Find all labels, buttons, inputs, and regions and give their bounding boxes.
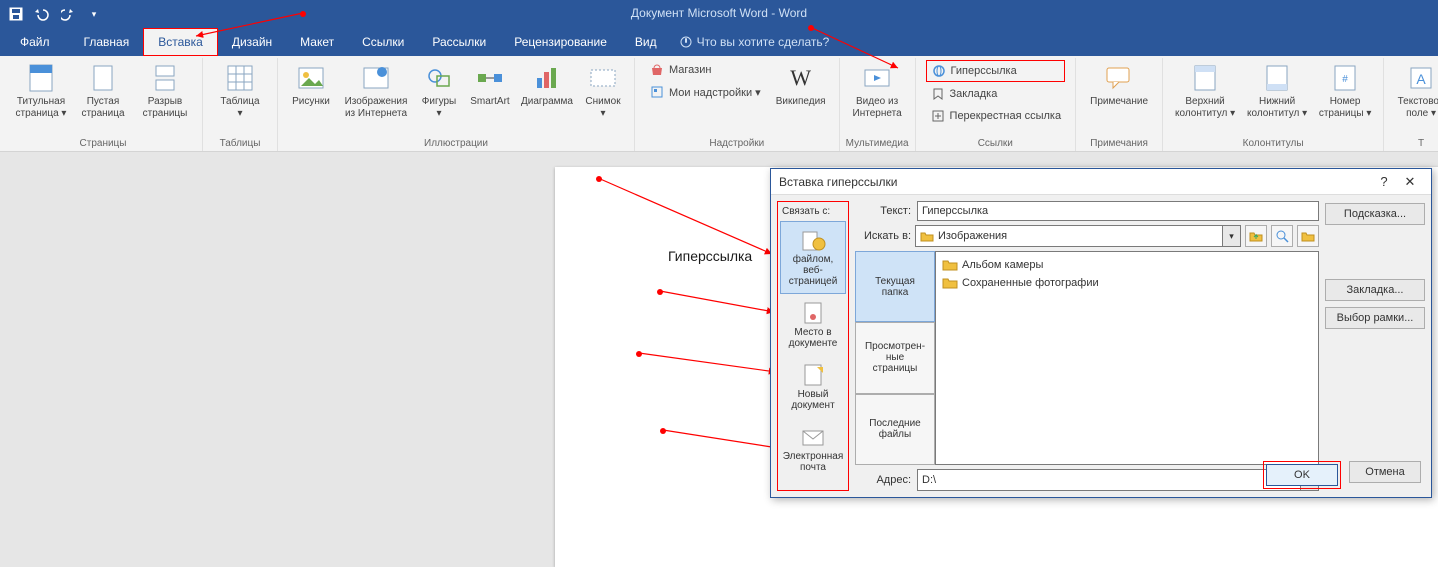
insert-hyperlink-dialog: Вставка гиперссылки ? ✕ Связать с: файло… — [770, 168, 1432, 498]
pictures-button[interactable]: Рисунки — [284, 58, 338, 110]
group-tables-label: Таблицы — [220, 136, 261, 151]
nav-current-folder[interactable]: Текущая папка — [855, 251, 935, 322]
tab-mailings[interactable]: Рассылки — [418, 28, 500, 56]
screentip-button[interactable]: Подсказка... — [1325, 203, 1425, 225]
group-illustrations-label: Иллюстрации — [424, 136, 488, 151]
smartart-button[interactable]: SmartArt — [464, 58, 516, 110]
dialog-help-button[interactable]: ? — [1371, 171, 1397, 193]
crossref-button[interactable]: Перекрестная ссылка — [926, 106, 1066, 126]
bookmark-icon — [930, 86, 946, 102]
header-button[interactable]: Верхний колонтитул ▾ — [1169, 58, 1241, 121]
cancel-button[interactable]: Отмена — [1349, 461, 1421, 483]
online-pictures-button[interactable]: Изображения из Интернета — [338, 58, 414, 121]
redo-icon[interactable] — [58, 4, 78, 24]
page-number-button[interactable]: #Номер страницы ▾ — [1313, 58, 1377, 121]
qat-customize-icon[interactable]: ▾ — [84, 4, 104, 24]
nav-browsed-pages[interactable]: Просмотрен- ные страницы — [855, 322, 935, 393]
tab-home[interactable]: Главная — [70, 28, 144, 56]
folder-icon — [920, 230, 934, 242]
tab-insert[interactable]: Вставка — [143, 28, 218, 56]
group-text-label: Т — [1418, 136, 1424, 151]
store-button[interactable]: Магазин — [645, 60, 765, 80]
list-item[interactable]: Альбом камеры — [940, 256, 1314, 274]
lookin-combo[interactable]: Изображения ▾ — [915, 225, 1241, 247]
up-folder-button[interactable] — [1245, 225, 1267, 247]
cover-page-button[interactable]: Титульная страница ▾ — [10, 58, 72, 121]
my-addins-button[interactable]: Мои надстройки ▾ — [645, 82, 765, 102]
textbox-button[interactable]: AТекстовое поле ▾ — [1390, 58, 1438, 121]
link-to-label: Связать с: — [780, 204, 846, 221]
online-video-button[interactable]: Видео из Интернета — [846, 58, 908, 121]
screenshot-button[interactable]: Снимок ▾ — [578, 58, 628, 121]
browse-file-button[interactable] — [1297, 225, 1319, 247]
group-comments-label: Примечания — [1090, 136, 1148, 151]
chart-button[interactable]: Диаграмма — [516, 58, 578, 110]
annotation-dot — [808, 25, 814, 31]
comment-button[interactable]: Примечание — [1082, 58, 1156, 110]
tab-file[interactable]: Файл — [6, 28, 70, 56]
tab-view[interactable]: Вид — [621, 28, 671, 56]
save-icon[interactable] — [6, 4, 26, 24]
group-media-label: Мультимедиа — [846, 136, 909, 151]
linkto-new-doc[interactable]: Новый документ — [780, 356, 846, 418]
group-links-label: Ссылки — [978, 136, 1013, 151]
hyperlink-icon — [931, 63, 947, 79]
hyperlink-button[interactable]: Гиперссылка — [926, 60, 1066, 82]
nav-recent-files[interactable]: Последние файлы — [855, 394, 935, 465]
file-list[interactable]: Альбом камеры Сохраненные фотографии — [935, 251, 1319, 465]
ok-highlight: OK — [1263, 461, 1341, 489]
list-item[interactable]: Сохраненные фотографии — [940, 274, 1314, 292]
document-text: Гиперссылка — [668, 248, 752, 264]
undo-icon[interactable] — [32, 4, 52, 24]
linkto-place-in-doc[interactable]: Место в документе — [780, 294, 846, 356]
address-input[interactable]: D:\ ▾ — [917, 469, 1319, 491]
footer-button[interactable]: Нижний колонтитул ▾ — [1241, 58, 1313, 121]
shapes-button[interactable]: Фигуры ▾ — [414, 58, 464, 121]
dialog-close-button[interactable]: ✕ — [1397, 171, 1423, 193]
chevron-down-icon[interactable]: ▾ — [1222, 226, 1240, 246]
text-label: Текст: — [855, 205, 911, 217]
annotation-dot — [657, 289, 663, 295]
wikipedia-button[interactable]: WВикипедия — [769, 58, 833, 110]
crossref-icon — [930, 108, 946, 124]
tab-design[interactable]: Дизайн — [218, 28, 286, 56]
svg-text:A: A — [1416, 71, 1426, 87]
group-addins-label: Надстройки — [709, 136, 764, 151]
link-to-panel: Связать с: файлом, веб- страницей Место … — [777, 201, 849, 491]
annotation-dot — [660, 428, 666, 434]
tab-review[interactable]: Рецензирование — [500, 28, 621, 56]
text-to-display-input[interactable]: Гиперссылка — [917, 201, 1319, 221]
tab-layout[interactable]: Макет — [286, 28, 348, 56]
annotation-dot — [300, 11, 306, 17]
address-label: Адрес: — [855, 474, 911, 486]
tell-me-label: Что вы хотите сделать? — [697, 35, 830, 49]
group-pages-label: Страницы — [80, 136, 127, 151]
blank-page-button[interactable]: Пустая страница — [72, 58, 134, 121]
linkto-email[interactable]: Электронная почта — [780, 418, 846, 480]
lookin-label: Искать в: — [855, 230, 911, 242]
browse-web-button[interactable] — [1271, 225, 1293, 247]
svg-text:#: # — [1342, 74, 1348, 85]
tell-me[interactable]: Что вы хотите сделать? — [679, 28, 830, 56]
page-break-button[interactable]: Разрыв страницы — [134, 58, 196, 121]
target-frame-button[interactable]: Выбор рамки... — [1325, 307, 1425, 329]
table-button[interactable]: Таблица ▾ — [209, 58, 271, 121]
annotation-dot — [636, 351, 642, 357]
bookmark-button[interactable]: Закладка — [926, 84, 1066, 104]
ok-button[interactable]: OK — [1266, 464, 1338, 486]
group-headerfooter-label: Колонтитулы — [1243, 136, 1304, 151]
dialog-title: Вставка гиперссылки — [779, 175, 897, 189]
linkto-file-web[interactable]: файлом, веб- страницей — [780, 221, 846, 294]
bookmark-dialog-button[interactable]: Закладка... — [1325, 279, 1425, 301]
annotation-dot — [596, 176, 602, 182]
tab-references[interactable]: Ссылки — [348, 28, 418, 56]
